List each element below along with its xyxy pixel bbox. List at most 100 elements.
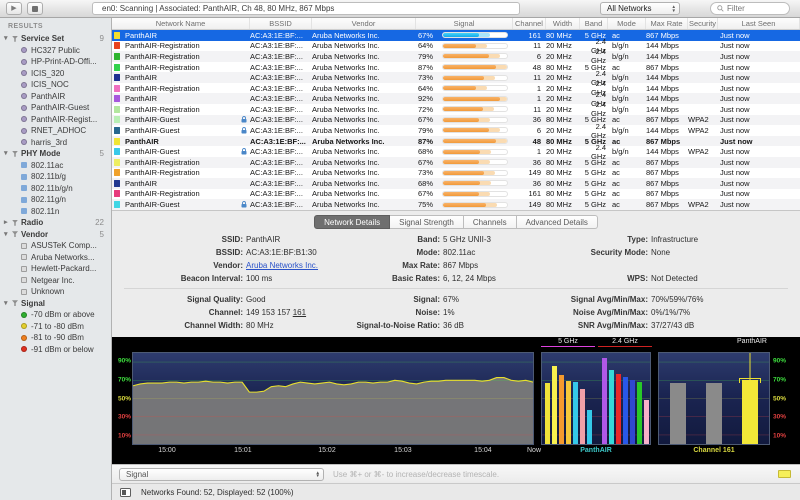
sidebar-item-802-11g-n[interactable]: 802.11g/n xyxy=(0,194,111,206)
table-row[interactable]: PanthAIR-Registration AC:A3:1E:BF:... Ar… xyxy=(112,168,800,179)
table-row[interactable]: PanthAIR-Registration AC:A3:1E:BF:... Ar… xyxy=(112,189,800,200)
sidebar-item-91-dbm-or-below[interactable]: -91 dBm or below xyxy=(0,344,111,356)
sidebar-item-asustek-comp[interactable]: ASUSTeK Comp... xyxy=(0,240,111,252)
column-header-last-seen[interactable]: Last Seen xyxy=(718,18,800,29)
table-row[interactable]: PanthAIR AC:A3:1E:BF:... Aruba Networks … xyxy=(112,30,800,41)
time-tick-label: 15:00 xyxy=(158,447,176,454)
scan-stop-button[interactable] xyxy=(27,2,43,15)
width-cell: 20 MHz xyxy=(546,94,580,103)
sidebar-item-81-to-90-dbm[interactable]: -81 to -90 dBm xyxy=(0,332,111,344)
sidebar-item-rnet-adhoc[interactable]: RNET_ADHOC xyxy=(0,125,111,137)
sidebar-item-802-11ac[interactable]: 802.11ac xyxy=(0,160,111,172)
table-row[interactable]: PanthAIR-Registration AC:A3:1E:BF:... Ar… xyxy=(112,104,800,115)
graph-mode-popup[interactable]: Signal ▲▼ xyxy=(119,468,324,481)
column-header-vendor[interactable]: Vendor xyxy=(312,18,416,29)
column-header-width[interactable]: Width xyxy=(546,18,580,29)
detail-value: PanthAIR xyxy=(246,235,348,244)
sidebar-item-unknown[interactable]: Unknown xyxy=(0,286,111,298)
bssid-cell: AC:A3:1E:BF:... xyxy=(250,147,312,156)
column-header-max-rate[interactable]: Max Rate xyxy=(646,18,688,29)
search-input[interactable] xyxy=(727,4,783,13)
sidebar-group-vendor[interactable]: ▾ Vendor5 xyxy=(0,229,111,241)
stop-icon xyxy=(32,6,38,12)
status-bar: Networks Found: 52, Displayed: 52 (100%) xyxy=(112,483,800,500)
spectrum-bar xyxy=(580,389,585,444)
tab-network-details[interactable]: Network Details xyxy=(314,215,390,229)
sidebar-item-netgear-inc[interactable]: Netgear Inc. xyxy=(0,275,111,287)
sidebar-item-panthair[interactable]: PanthAIR xyxy=(0,91,111,103)
display-toggle-checkbox[interactable] xyxy=(120,488,131,497)
sidebar-item-hp-print-ad-offi[interactable]: HP-Print-AD-Offi... xyxy=(0,56,111,68)
sidebar-item-70-dbm-or-above[interactable]: -70 dBm or above xyxy=(0,309,111,321)
table-row[interactable]: PanthAIR-Guest AC:A3:1E:BF:... Aruba Net… xyxy=(112,115,800,126)
detail-label: Type: xyxy=(563,235,651,244)
scan-play-button[interactable]: ▶ xyxy=(6,2,22,15)
sidebar-item-harris-3rd[interactable]: harris_3rd xyxy=(0,137,111,149)
table-row[interactable]: PanthAIR-Registration AC:A3:1E:BF:... Ar… xyxy=(112,51,800,62)
sidebar-item-802-11b-g-n[interactable]: 802.11b/g/n xyxy=(0,183,111,195)
filter-search-field[interactable] xyxy=(710,2,790,15)
width-cell: 80 MHz xyxy=(546,200,580,209)
table-row[interactable]: PanthAIR AC:A3:1E:BF:... Aruba Networks … xyxy=(112,136,800,147)
column-header-signal[interactable]: Signal xyxy=(416,18,513,29)
details-row: Vendor: Aruba Networks Inc.Max Rate: 867… xyxy=(112,259,800,272)
table-row[interactable]: PanthAIR-Registration AC:A3:1E:BF:... Ar… xyxy=(112,41,800,52)
sidebar-item-aruba-networks[interactable]: Aruba Networks... xyxy=(0,252,111,264)
network-filter-popup[interactable]: All Networks ▲▼ xyxy=(600,2,680,15)
ssid-color-chip-icon xyxy=(114,32,120,39)
table-row[interactable]: PanthAIR-Guest AC:A3:1E:BF:... Aruba Net… xyxy=(112,125,800,136)
sidebar-item-icis-noc[interactable]: ICIS_NOC xyxy=(0,79,111,91)
table-row[interactable]: PanthAIR-Registration AC:A3:1E:BF:... Ar… xyxy=(112,62,800,73)
sidebar-item-71-to-80-dbm[interactable]: -71 to -80 dBm xyxy=(0,321,111,333)
sidebar-group-phy-mode[interactable]: ▾ PHY Mode5 xyxy=(0,148,111,160)
sidebar-group-radio[interactable]: ▸ Radio22 xyxy=(0,217,111,229)
table-row[interactable]: PanthAIR-Registration AC:A3:1E:BF:... Ar… xyxy=(112,83,800,94)
network-name-cell: PanthAIR xyxy=(122,94,250,103)
sidebar-item-802-11n[interactable]: 802.11n xyxy=(0,206,111,218)
signal-cell: 68% xyxy=(416,147,513,156)
tab-advanced-details[interactable]: Advanced Details xyxy=(517,215,598,229)
ssid-color-chip-icon xyxy=(114,190,120,197)
tab-channels[interactable]: Channels xyxy=(464,215,517,229)
column-header-channel[interactable]: Channel xyxy=(513,18,546,29)
disclosure-triangle-icon[interactable]: ▾ xyxy=(4,300,12,307)
scan-status-text: en0: Scanning | Associated: PanthAIR, Ch… xyxy=(102,4,334,13)
table-row[interactable]: PanthAIR-Registration AC:A3:1E:BF:... Ar… xyxy=(112,157,800,168)
column-header-security[interactable]: Security xyxy=(688,18,718,29)
mode-cell: b/g/n xyxy=(608,41,646,50)
detail-value: 0%/1%/7% xyxy=(651,308,800,317)
table-row[interactable]: PanthAIR AC:A3:1E:BF:... Aruba Networks … xyxy=(112,178,800,189)
column-header-band[interactable]: Band xyxy=(580,18,608,29)
table-row[interactable]: PanthAIR-Guest AC:A3:1E:BF:... Aruba Net… xyxy=(112,199,800,210)
sidebar-item-panthair-regist[interactable]: PanthAIR-Regist... xyxy=(0,114,111,126)
sidebar-item-802-11b-g[interactable]: 802.11b/g xyxy=(0,171,111,183)
tab-signal-strength[interactable]: Signal Strength xyxy=(390,215,464,229)
disclosure-triangle-icon[interactable]: ▾ xyxy=(4,231,12,238)
disclosure-triangle-icon[interactable]: ▾ xyxy=(4,35,12,42)
column-header-mode[interactable]: Mode xyxy=(608,18,646,29)
table-row[interactable]: PanthAIR-Guest AC:A3:1E:BF:... Aruba Net… xyxy=(112,146,800,157)
popup-stepper-icon: ▲▼ xyxy=(316,471,320,478)
max-rate-cell: 867 Mbps xyxy=(646,63,688,72)
sidebar-item-panthair-guest[interactable]: PanthAIR-Guest xyxy=(0,102,111,114)
spectrum-bar xyxy=(566,381,571,444)
network-name-cell: PanthAIR-Registration xyxy=(122,158,250,167)
sidebar-item-icis-320[interactable]: ICIS_320 xyxy=(0,68,111,80)
ssid-color-chip-icon xyxy=(114,201,120,208)
sidebar-group-signal[interactable]: ▾ Signal xyxy=(0,298,111,310)
sidebar-item-hewlett-packard[interactable]: Hewlett-Packard... xyxy=(0,263,111,275)
column-header-bssid[interactable]: BSSID xyxy=(250,18,312,29)
max-rate-cell: 144 Mbps xyxy=(646,73,688,82)
disclosure-triangle-icon[interactable]: ▾ xyxy=(4,150,12,157)
sidebar-group-service-set[interactable]: ▾ Service Set9 xyxy=(0,33,111,45)
column-header-network-name[interactable]: Network Name xyxy=(112,18,250,29)
sidebar-item-hc327-public[interactable]: HC327 Public xyxy=(0,45,111,57)
table-row[interactable]: PanthAIR AC:A3:1E:BF:... Aruba Networks … xyxy=(112,93,800,104)
filter-funnel-icon xyxy=(12,231,18,237)
mode-cell: b/g/n xyxy=(608,52,646,61)
disclosure-triangle-icon[interactable]: ▸ xyxy=(4,219,12,226)
vendor-link[interactable]: Aruba Networks Inc. xyxy=(246,261,318,270)
signal-cell: 67% xyxy=(416,189,513,198)
channel-cell: 1 xyxy=(513,94,546,103)
table-row[interactable]: PanthAIR AC:A3:1E:BF:... Aruba Networks … xyxy=(112,72,800,83)
